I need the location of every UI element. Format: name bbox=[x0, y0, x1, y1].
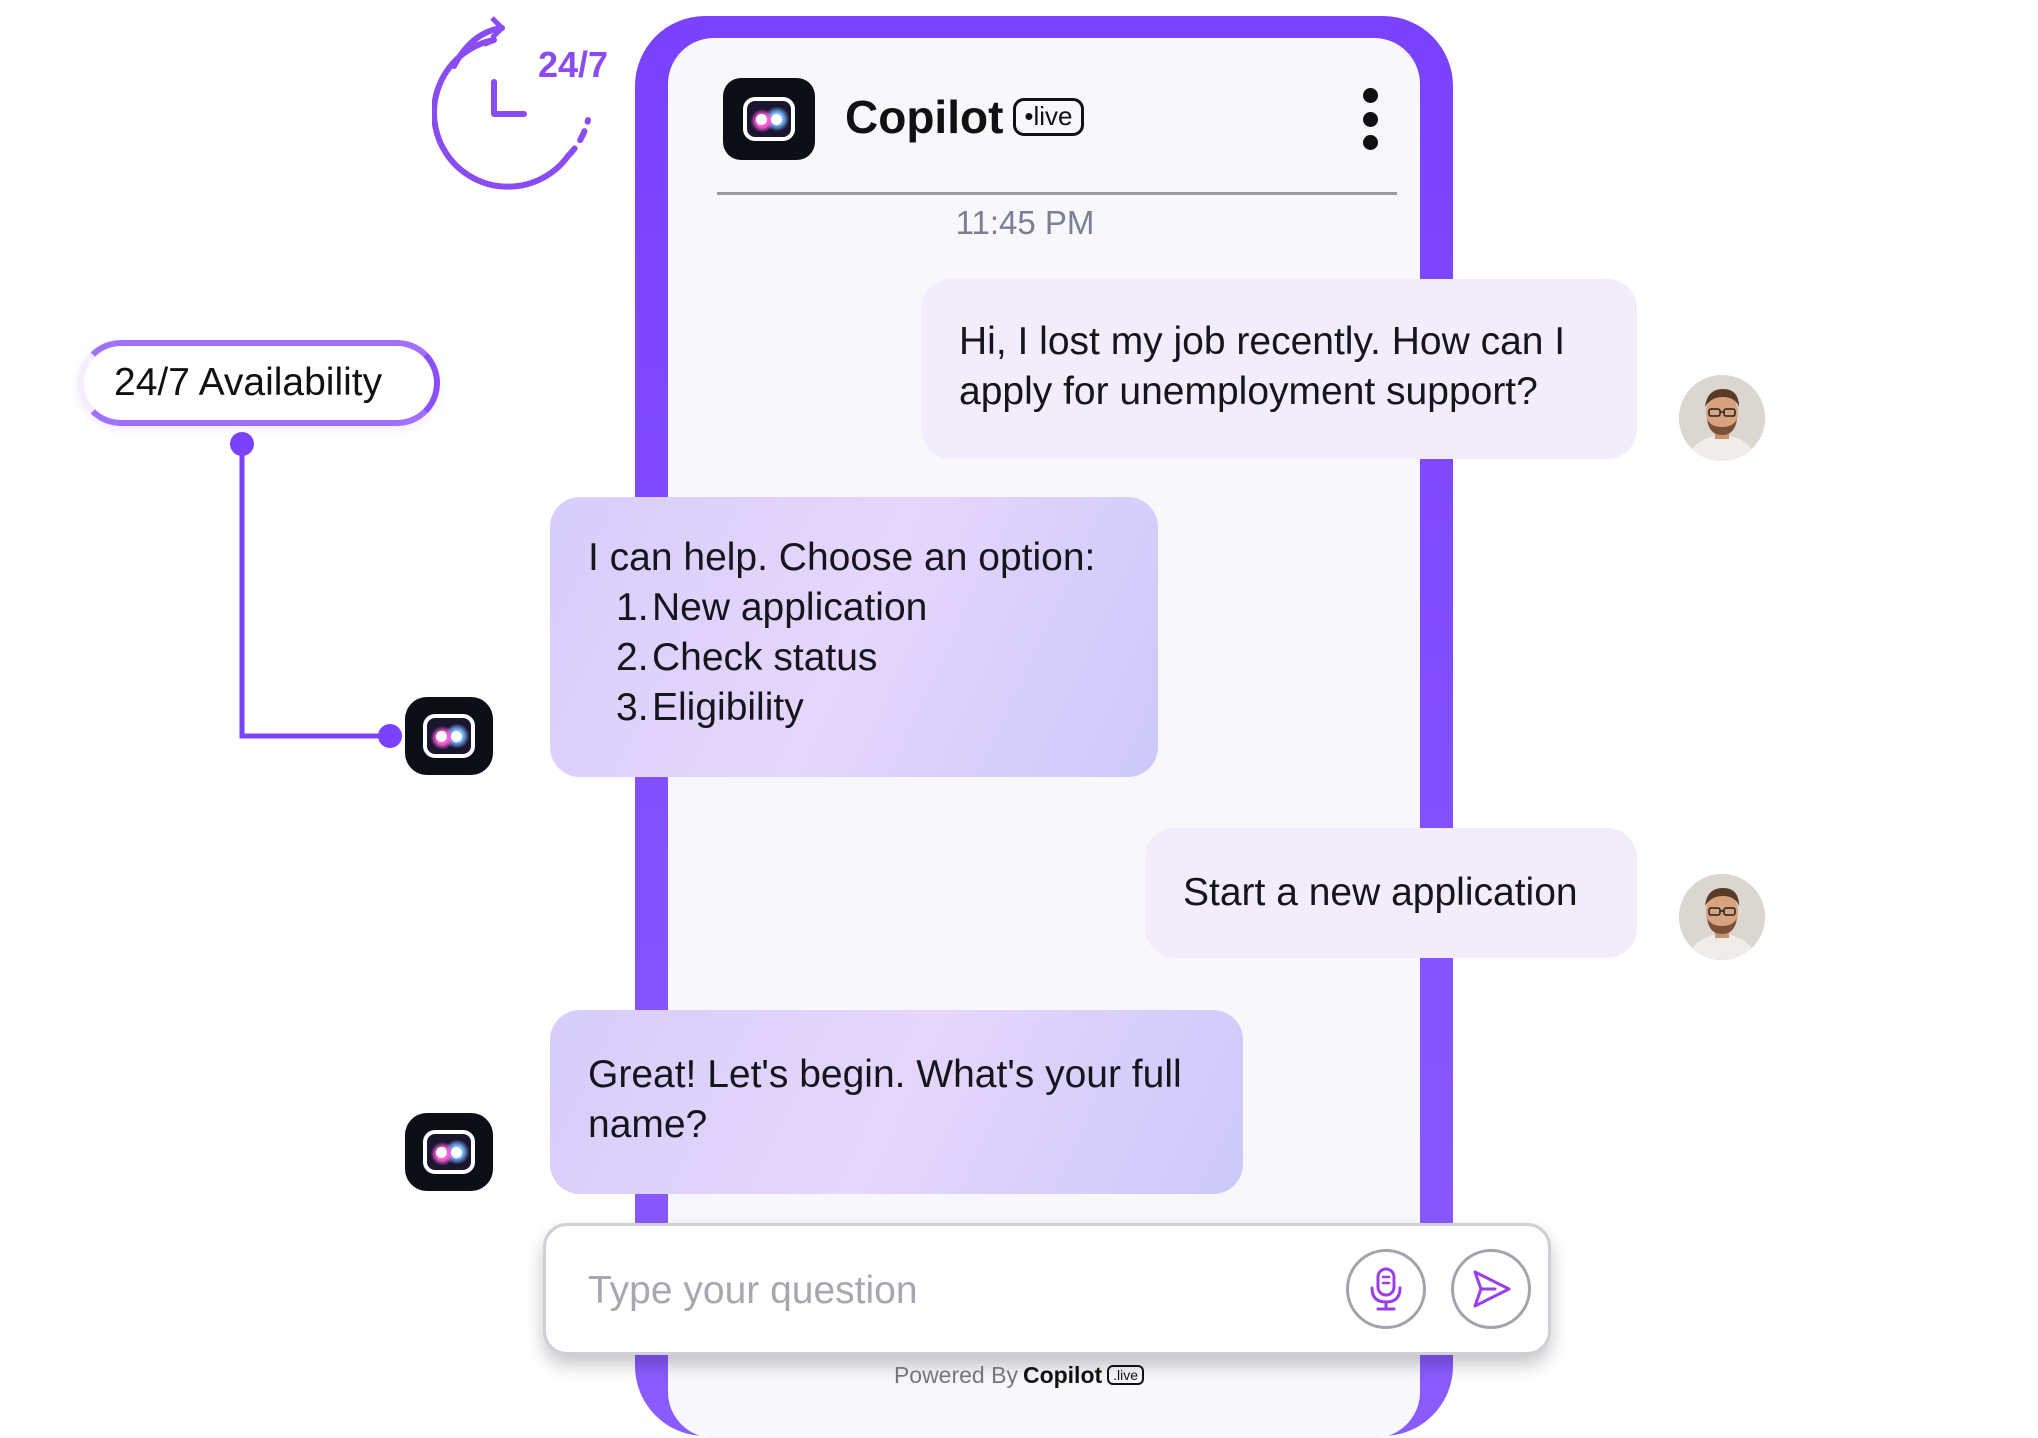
chat-input-bar bbox=[543, 1223, 1551, 1355]
chat-timestamp: 11:45 PM bbox=[955, 204, 1095, 241]
send-icon bbox=[1473, 1270, 1511, 1308]
user-message-text: Hi, I lost my job recently. How can I ap… bbox=[959, 320, 1566, 413]
bot-message: I can help. Choose an option: 1. New app… bbox=[550, 497, 1158, 777]
option-item[interactable]: 2. Check status bbox=[616, 633, 1120, 683]
feature-label-text: 24/7 Availability bbox=[114, 361, 383, 404]
app-title: Copilot •live bbox=[845, 90, 1084, 144]
footer-brand: Copilot bbox=[1022, 1362, 1103, 1388]
option-item[interactable]: 3. Eligibility bbox=[616, 683, 1120, 733]
option-list: 1. New application 2. Check status 3. El… bbox=[588, 583, 1120, 733]
option-label: Check status bbox=[652, 636, 878, 679]
live-badge: •live bbox=[1013, 98, 1084, 136]
copilot-logo-icon bbox=[723, 78, 815, 160]
bot-message: Great! Let's begin. What's your full nam… bbox=[550, 1010, 1243, 1194]
send-button[interactable] bbox=[1451, 1249, 1531, 1329]
user-avatar bbox=[1679, 874, 1765, 960]
option-number: 1. bbox=[616, 586, 649, 629]
microphone-icon bbox=[1370, 1267, 1402, 1311]
question-input[interactable] bbox=[586, 1260, 1290, 1322]
clock-24-7-icon: 24/7 bbox=[431, 10, 622, 190]
bot-message-text: I can help. Choose an option: bbox=[588, 536, 1096, 579]
option-label: Eligibility bbox=[652, 686, 804, 729]
clock-badge-text: 24/7 bbox=[538, 44, 609, 85]
footer-live-badge: .live bbox=[1107, 1365, 1145, 1385]
user-avatar bbox=[1679, 375, 1765, 461]
user-message-text: Start a new application bbox=[1183, 871, 1578, 914]
bot-avatar-icon bbox=[405, 1113, 493, 1191]
user-message: Start a new application bbox=[1145, 828, 1637, 958]
mic-button[interactable] bbox=[1346, 1249, 1426, 1329]
more-vertical-icon[interactable] bbox=[1355, 88, 1385, 150]
option-item[interactable]: 1. New application bbox=[616, 583, 1120, 633]
feature-label-24-7-availability: 24/7 Availability bbox=[78, 340, 440, 426]
app-name: Copilot bbox=[845, 91, 1004, 143]
powered-by-footer: Powered By Copilot .live bbox=[0, 1362, 2038, 1389]
header-divider bbox=[717, 192, 1397, 195]
option-number: 2. bbox=[616, 636, 649, 679]
user-message: Hi, I lost my job recently. How can I ap… bbox=[921, 279, 1637, 459]
feature-connector bbox=[230, 432, 402, 748]
option-label: New application bbox=[652, 586, 928, 629]
powered-by-text: Powered By bbox=[893, 1362, 1018, 1388]
bot-message-text: Great! Let's begin. What's your full nam… bbox=[588, 1053, 1182, 1146]
option-number: 3. bbox=[616, 686, 649, 729]
bot-avatar-icon bbox=[405, 697, 493, 775]
